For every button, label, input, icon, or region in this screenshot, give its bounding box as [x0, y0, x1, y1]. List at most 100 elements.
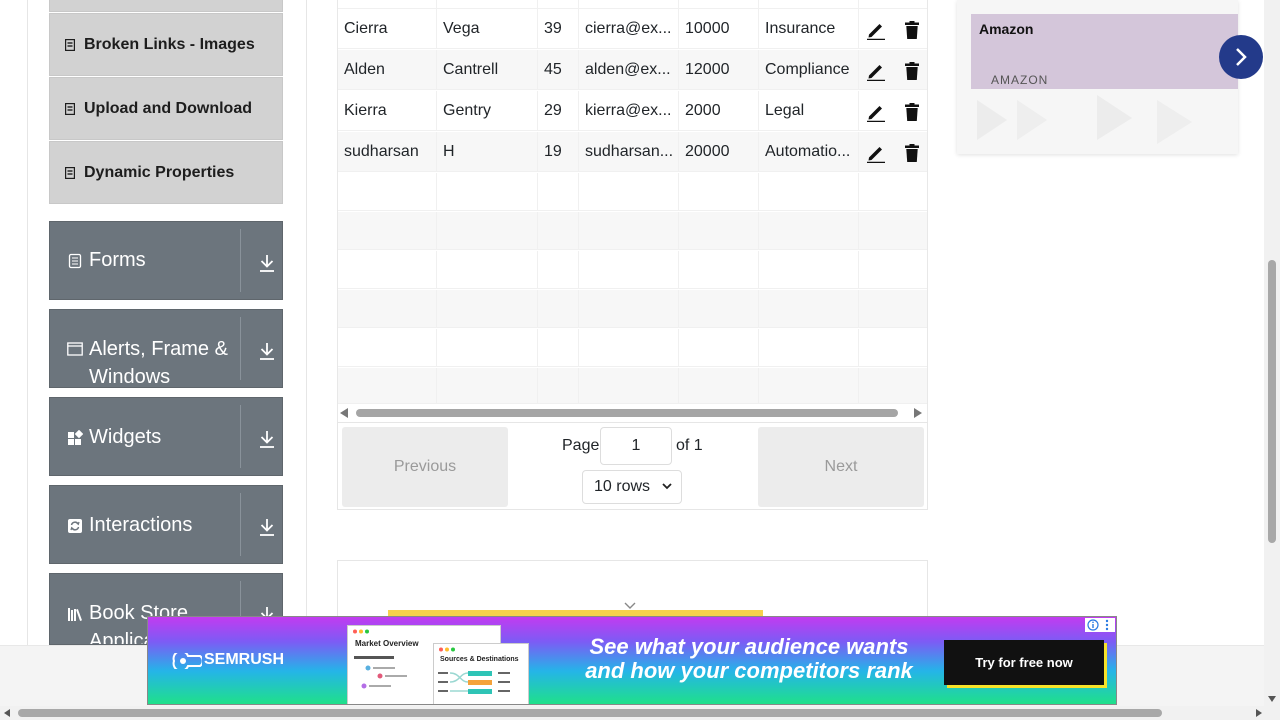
group-header-widgets[interactable]: Widgets: [49, 397, 283, 476]
screenshot-title: Sources & Destinations: [440, 656, 519, 663]
table-row: Kierra Gentry 29 kierra@ex... 2000 Legal: [338, 91, 927, 131]
group-label: Alerts, Frame &: [89, 338, 228, 360]
screenshot-flow: [438, 671, 510, 694]
scrollbar-thumb[interactable]: [1268, 260, 1276, 543]
download-icon[interactable]: [258, 429, 276, 449]
table-horizontal-scrollbar[interactable]: [337, 404, 928, 422]
cell-email: kierra@ex...: [579, 91, 679, 130]
scroll-left-arrow-icon[interactable]: [4, 709, 10, 717]
cell-age: 39: [538, 9, 579, 48]
cell-first-name: Cierra: [338, 9, 437, 48]
divider: [240, 405, 241, 468]
edit-icon[interactable]: [866, 102, 886, 122]
ad-choices-badge[interactable]: [1085, 618, 1115, 632]
cell-age: 29: [538, 91, 579, 130]
sidebar-item-label: Broken Links - Images: [84, 35, 255, 53]
ad-banner[interactable]: Amazon AMAZON: [971, 14, 1238, 89]
table-row-empty: [338, 251, 927, 289]
scroll-down-arrow-icon[interactable]: [1268, 696, 1276, 702]
group-label: Interactions: [89, 514, 193, 536]
edit-icon[interactable]: [866, 143, 886, 163]
table-row: Cierra Vega 39 cierra@ex... 10000 Insura…: [338, 9, 927, 49]
delete-icon[interactable]: [902, 20, 922, 40]
sidebar-item-upload-download[interactable]: Upload and Download: [49, 77, 283, 140]
scrollbar-thumb[interactable]: [18, 709, 1162, 717]
cell-salary: 2000: [679, 91, 759, 130]
headline-line-1: See what your audience wants: [589, 634, 909, 659]
try-for-free-button[interactable]: Try for free now: [944, 640, 1104, 685]
info-icon[interactable]: [1087, 619, 1099, 631]
list-icon: [65, 102, 75, 115]
group-label: Widgets: [89, 426, 162, 448]
delete-icon[interactable]: [902, 61, 922, 81]
divider: [240, 229, 241, 292]
screenshot-list: [354, 656, 407, 689]
table-row: Alden Cantrell 45 alden@ex... 12000 Comp…: [338, 50, 927, 90]
cell-department: Compliance: [759, 50, 859, 89]
list-icon: [65, 38, 75, 51]
sidebar-item-label: Upload and Download: [84, 99, 252, 117]
page-vertical-scrollbar[interactable]: [1264, 0, 1280, 706]
scroll-left-arrow-icon[interactable]: [340, 408, 348, 418]
rows-per-page-select[interactable]: 10 rows: [582, 470, 682, 504]
download-icon[interactable]: [258, 517, 276, 537]
window-dots-icon: [353, 629, 369, 634]
table-row-empty: [338, 212, 927, 250]
next-button[interactable]: Next: [758, 427, 924, 507]
sidebar-item-dynamic-properties[interactable]: Dynamic Properties: [49, 141, 283, 204]
ad-next-button[interactable]: [1219, 35, 1263, 79]
previous-button[interactable]: Previous: [342, 427, 508, 507]
pagination-bar: Previous Page 1 of 1 10 rows Next: [337, 422, 928, 510]
sidebar-right-border: [306, 0, 307, 645]
table-row-empty: [338, 368, 927, 404]
semrush-banner-ad[interactable]: SEMRUSH Market Overview Sources & Destin…: [147, 616, 1117, 705]
table-row-empty: [338, 290, 927, 328]
sidebar-item-label: Dynamic Properties: [84, 163, 235, 181]
cell-age: 19: [538, 132, 579, 171]
cell-first-name: sudharsan: [338, 132, 437, 171]
interactions-icon: [68, 519, 82, 533]
cell-last-name: Gentry: [437, 91, 538, 130]
scrollbar-thumb[interactable]: [356, 409, 898, 417]
cell-last-name: Cantrell: [437, 50, 538, 89]
cell-email: cierra@ex...: [579, 9, 679, 48]
window-icon: [67, 342, 83, 356]
edit-icon[interactable]: [866, 61, 886, 81]
scroll-right-arrow-icon[interactable]: [1256, 709, 1262, 717]
more-options-icon[interactable]: [1103, 619, 1111, 631]
group-header-forms[interactable]: Forms: [49, 221, 283, 300]
scroll-right-arrow-icon[interactable]: [914, 408, 922, 418]
page-horizontal-scrollbar[interactable]: [0, 706, 1280, 720]
chevron-down-icon: [662, 483, 672, 490]
divider: [240, 317, 241, 380]
edit-icon[interactable]: [866, 20, 886, 40]
sidebar-item-broken-links[interactable]: Broken Links - Images: [49, 13, 283, 76]
cell-age: 45: [538, 50, 579, 89]
cell-first-name: Kierra: [338, 91, 437, 130]
cell-last-name: H: [437, 132, 538, 171]
sidebar-item-previous[interactable]: [49, 0, 283, 12]
divider: [240, 493, 241, 556]
cell-last-name: Vega: [437, 9, 538, 48]
rows-select-value: 10 rows: [594, 478, 651, 495]
download-icon[interactable]: [258, 341, 276, 361]
screenshot-title: Market Overview: [355, 639, 419, 648]
group-label: Forms: [89, 249, 146, 271]
delete-icon[interactable]: [902, 102, 922, 122]
cell-email: alden@ex...: [579, 50, 679, 89]
cell-department: Automatio...: [759, 132, 859, 171]
page-number-input[interactable]: 1: [600, 427, 672, 465]
table-row: sudharsan H 19 sudharsan... 20000 Automa…: [338, 132, 927, 172]
group-header-interactions[interactable]: Interactions: [49, 485, 283, 564]
ad-card[interactable]: Amazon AMAZON: [957, 0, 1238, 154]
cell-salary: 20000: [679, 132, 759, 171]
cell-department: Insurance: [759, 9, 859, 48]
chevron-down-icon[interactable]: [624, 602, 636, 610]
delete-icon[interactable]: [902, 143, 922, 163]
semrush-brand: SEMRUSH: [204, 651, 285, 668]
download-icon[interactable]: [258, 253, 276, 273]
banner-headline: See what your audience wants and how you…: [581, 635, 917, 683]
cell-first-name: Alden: [338, 50, 437, 89]
group-header-alerts[interactable]: Alerts, Frame & Windows: [49, 309, 283, 388]
cell-department: Legal: [759, 91, 859, 130]
